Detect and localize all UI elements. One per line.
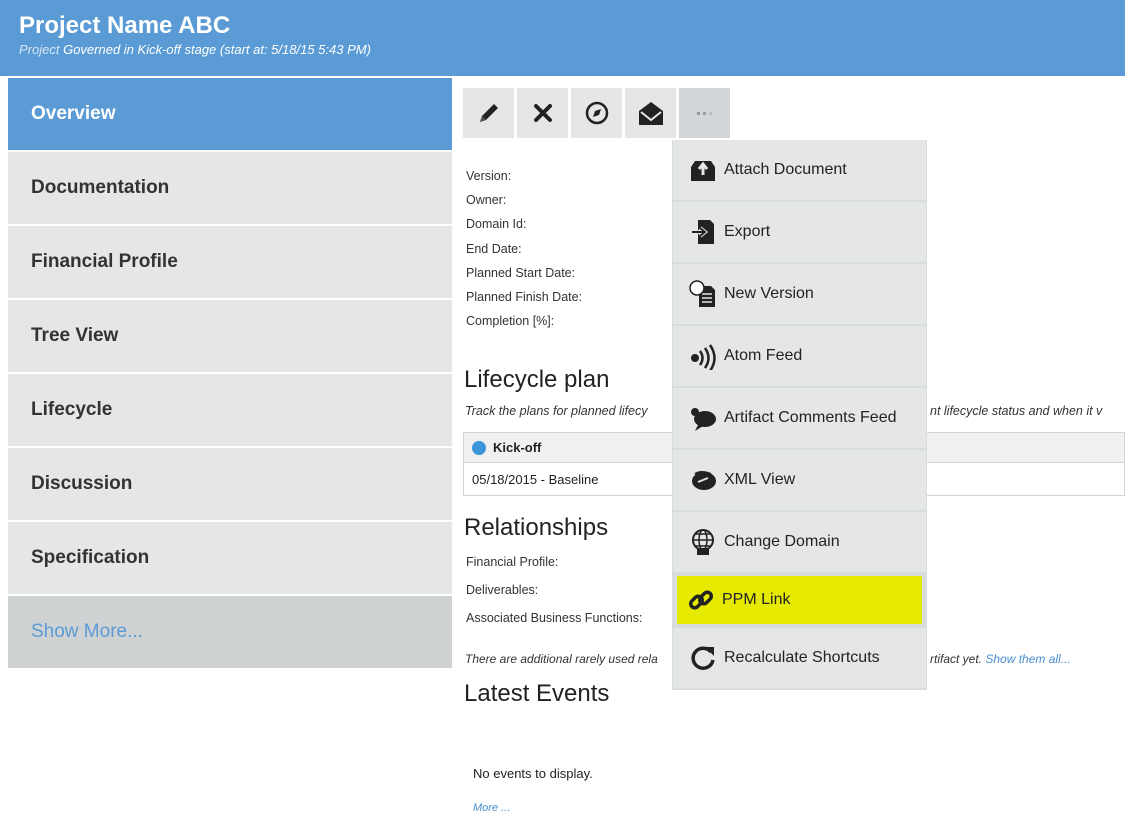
sidebar-item-financial-profile[interactable]: Financial Profile — [8, 226, 452, 298]
menu-item-export[interactable]: Export — [673, 202, 926, 262]
lifecycle-description-tail: nt lifecycle status and when it v — [930, 404, 1103, 418]
property-planned-start: Planned Start Date: — [466, 265, 576, 280]
relationships-note: There are additional rarely used rela — [465, 652, 658, 666]
properties-list: Version: Owner: Domain Id: End Date: Pla… — [466, 168, 582, 337]
sidebar-item-specification[interactable]: Specification — [8, 522, 452, 594]
menu-item-label: Export — [724, 223, 771, 240]
property-version: Version: — [466, 169, 512, 183]
menu-item-ppm-link[interactable]: PPM Link — [677, 576, 922, 624]
menu-item-label: Change Domain — [724, 533, 840, 550]
stage-status: Governed in Kick-off stage (start at: 5/… — [63, 42, 371, 57]
comments-feed-icon — [688, 403, 718, 433]
sidebar-item-lifecycle[interactable]: Lifecycle — [8, 374, 452, 446]
more-actions-button[interactable] — [679, 88, 730, 138]
menu-item-label: Atom Feed — [724, 347, 803, 364]
relationships-list: Financial Profile: Deliverables: Associa… — [466, 555, 642, 639]
menu-item-label: Attach Document — [724, 161, 847, 178]
page-subtitle: Project Governed in Kick-off stage (star… — [19, 42, 371, 57]
sidebar-item-tree-view[interactable]: Tree View — [8, 300, 452, 372]
more-actions-menu: Attach Document Export New Version Atom … — [672, 140, 927, 690]
property-end-date: End Date: — [466, 241, 522, 256]
menu-item-label: PPM Link — [722, 591, 791, 608]
menu-item-atom-feed[interactable]: Atom Feed — [673, 326, 926, 386]
page-title: Project Name ABC — [19, 12, 231, 39]
menu-item-new-version[interactable]: New Version — [673, 264, 926, 324]
relationships-note-text: rtifact yet. — [930, 652, 983, 666]
property-completion: Completion [%]: — [466, 314, 555, 329]
new-version-icon — [688, 279, 718, 309]
relationship-deliverables: Deliverables: — [466, 583, 539, 597]
close-x-icon — [533, 104, 552, 122]
artifact-kind: Project — [19, 42, 60, 57]
sidebar: Overview Documentation Financial Profile… — [8, 78, 452, 670]
show-more-link[interactable]: Show More... — [8, 596, 452, 668]
relationship-business-functions: Associated Business Functions: — [466, 611, 643, 625]
attach-document-icon — [688, 155, 718, 185]
pencil-icon — [479, 104, 498, 122]
menu-item-label: Artifact Comments Feed — [724, 409, 897, 426]
email-button[interactable] — [625, 88, 676, 138]
lifecycle-description: Track the plans for planned lifecy — [465, 404, 648, 418]
lifecycle-heading: Lifecycle plan — [464, 366, 610, 393]
menu-item-label: New Version — [724, 285, 814, 302]
property-planned-finish: Planned Finish Date: — [466, 289, 583, 304]
menu-item-xml-view[interactable]: XML View — [673, 450, 926, 510]
atom-feed-icon — [688, 341, 718, 371]
sidebar-item-discussion[interactable]: Discussion — [8, 448, 452, 520]
more-events-link[interactable]: More ... — [473, 802, 510, 814]
compass-icon — [585, 101, 608, 125]
menu-item-change-domain[interactable]: Change Domain — [673, 512, 926, 572]
menu-item-label: Recalculate Shortcuts — [724, 649, 880, 666]
navigate-button[interactable] — [571, 88, 622, 138]
relationships-note-tail: rtifact yet. Show them all... — [930, 652, 1071, 666]
relationships-heading: Relationships — [464, 514, 609, 541]
menu-item-comments-feed[interactable]: Artifact Comments Feed — [673, 388, 926, 448]
toolbar — [463, 88, 730, 138]
sidebar-item-overview[interactable]: Overview — [8, 78, 452, 150]
stage-name: Kick-off — [493, 440, 542, 455]
delete-button[interactable] — [517, 88, 568, 138]
show-them-all-link[interactable]: Show them all... — [985, 652, 1070, 666]
page-header: Project Name ABC Project Governed in Kic… — [0, 0, 1125, 76]
menu-item-label: XML View — [724, 471, 796, 488]
envelope-icon — [638, 102, 663, 125]
globe-icon — [688, 527, 718, 557]
sidebar-item-documentation[interactable]: Documentation — [8, 152, 452, 224]
edit-button[interactable] — [463, 88, 514, 138]
export-icon — [688, 217, 718, 247]
property-owner: Owner: — [466, 193, 507, 208]
property-domain-id: Domain Id: — [466, 217, 527, 232]
events-heading: Latest Events — [464, 680, 610, 707]
refresh-icon — [688, 643, 718, 673]
relationship-financial-profile: Financial Profile: — [466, 555, 559, 569]
menu-item-recalculate-shortcuts[interactable]: Recalculate Shortcuts — [673, 628, 926, 688]
link-icon — [686, 585, 716, 615]
menu-item-attach-document[interactable]: Attach Document — [673, 140, 926, 200]
more-dots-icon — [696, 112, 712, 115]
stage-status-dot — [472, 440, 486, 455]
xml-view-icon — [688, 465, 718, 495]
no-events-message: No events to display. — [473, 766, 593, 781]
